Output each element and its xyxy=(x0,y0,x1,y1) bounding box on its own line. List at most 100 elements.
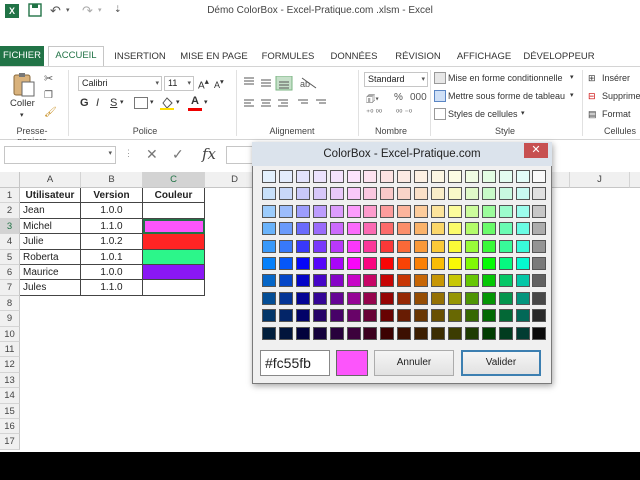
row-header-10[interactable]: 10 xyxy=(0,326,20,342)
column-header-k[interactable]: K xyxy=(630,172,640,188)
color-swatch[interactable] xyxy=(464,204,479,218)
color-swatch[interactable] xyxy=(464,326,479,340)
color-swatch[interactable] xyxy=(464,239,479,253)
color-swatch[interactable] xyxy=(295,274,310,288)
color-swatch[interactable] xyxy=(431,291,445,305)
color-swatch[interactable] xyxy=(414,187,429,201)
color-swatch[interactable] xyxy=(329,170,344,183)
hex-color-input[interactable]: #fc55fb xyxy=(260,350,330,376)
color-swatch[interactable] xyxy=(380,204,395,218)
color-swatch[interactable] xyxy=(532,222,547,236)
color-swatch[interactable] xyxy=(380,170,395,183)
color-swatch[interactable] xyxy=(262,274,276,288)
color-swatch[interactable] xyxy=(498,187,513,201)
color-swatch[interactable] xyxy=(262,291,276,305)
color-swatch[interactable] xyxy=(295,309,310,323)
color-swatch[interactable] xyxy=(431,204,445,218)
color-swatch[interactable] xyxy=(447,274,462,288)
cut-icon[interactable]: ✂ xyxy=(44,72,53,85)
color-swatch[interactable] xyxy=(380,291,395,305)
cell-user[interactable]: Maurice xyxy=(20,265,81,281)
color-swatch[interactable] xyxy=(278,239,293,253)
color-swatch[interactable] xyxy=(498,222,513,236)
color-swatch[interactable] xyxy=(515,187,530,201)
cell-styles-button[interactable]: Styles de cellules xyxy=(448,109,518,119)
row-header-15[interactable]: 15 xyxy=(0,403,20,419)
color-swatch[interactable] xyxy=(346,170,361,183)
color-swatch[interactable] xyxy=(329,204,344,218)
redo-dropdown-icon[interactable]: ▾ xyxy=(98,6,114,22)
color-swatch[interactable] xyxy=(464,291,479,305)
color-swatch[interactable] xyxy=(431,309,445,323)
customize-qat-icon[interactable]: ⇣ xyxy=(114,4,130,20)
decrease-decimal-icon[interactable]: ⁰⁰ ⁻⁰ xyxy=(396,108,412,117)
color-swatch[interactable] xyxy=(363,187,378,201)
italic-button[interactable]: I xyxy=(96,97,99,109)
font-size-combo[interactable]: 11 ▾ xyxy=(164,76,194,91)
cell-version[interactable]: 1.0.1 xyxy=(81,249,143,265)
row-header-5[interactable]: 5 xyxy=(0,249,20,265)
color-swatch[interactable] xyxy=(329,222,344,236)
color-swatch[interactable] xyxy=(397,222,412,236)
row-header-6[interactable]: 6 xyxy=(0,265,20,281)
row-header-9[interactable]: 9 xyxy=(0,311,20,327)
row-header-12[interactable]: 12 xyxy=(0,357,20,373)
color-swatch[interactable] xyxy=(295,187,310,201)
chevron-down-icon[interactable]: ▾ xyxy=(570,91,574,99)
color-swatch[interactable] xyxy=(312,309,327,323)
format-button[interactable]: Format xyxy=(602,109,631,119)
color-swatch[interactable] xyxy=(498,326,513,340)
percent-icon[interactable]: % xyxy=(394,92,403,103)
color-swatch[interactable] xyxy=(498,274,513,288)
color-swatch[interactable] xyxy=(447,187,462,201)
color-swatch[interactable] xyxy=(498,309,513,323)
color-swatch[interactable] xyxy=(278,274,293,288)
color-swatch[interactable] xyxy=(262,326,276,340)
select-all-corner[interactable] xyxy=(0,172,20,188)
font-name-combo[interactable]: Calibri ▾ xyxy=(78,76,162,91)
column-header-a[interactable]: A xyxy=(20,172,81,188)
name-box[interactable]: ▾ xyxy=(4,146,116,164)
color-swatch[interactable] xyxy=(312,257,327,270)
row-header-1[interactable]: 1 xyxy=(0,188,20,204)
tab-revision[interactable]: RÉVISION xyxy=(390,49,446,65)
cell-color-swatch[interactable] xyxy=(143,280,205,296)
color-swatch[interactable] xyxy=(464,187,479,201)
color-swatch[interactable] xyxy=(532,274,547,288)
color-swatch[interactable] xyxy=(397,239,412,253)
color-swatch[interactable] xyxy=(278,326,293,340)
cell-color-swatch[interactable] xyxy=(143,234,205,250)
row-header-3[interactable]: 3 xyxy=(0,218,20,235)
cell-color-swatch[interactable] xyxy=(143,203,205,219)
color-swatch[interactable] xyxy=(397,274,412,288)
color-swatch[interactable] xyxy=(363,291,378,305)
color-swatch[interactable] xyxy=(295,257,310,270)
cell-user[interactable]: Roberta xyxy=(20,249,81,265)
shrink-font-icon[interactable]: A▾ xyxy=(214,77,224,90)
color-swatch[interactable] xyxy=(498,170,513,183)
color-swatch[interactable] xyxy=(363,309,378,323)
format-as-table-button[interactable]: Mettre sous forme de tableau xyxy=(448,91,565,101)
color-swatch[interactable] xyxy=(431,170,445,183)
color-swatch[interactable] xyxy=(397,309,412,323)
chevron-down-icon[interactable]: ▾ xyxy=(521,109,525,117)
validate-button[interactable]: Valider xyxy=(461,350,541,376)
color-swatch[interactable] xyxy=(447,309,462,323)
color-swatch[interactable] xyxy=(262,239,276,253)
color-swatch[interactable] xyxy=(363,170,378,183)
color-swatch[interactable] xyxy=(431,239,445,253)
color-swatch[interactable] xyxy=(329,257,344,270)
color-swatch[interactable] xyxy=(295,239,310,253)
color-swatch[interactable] xyxy=(414,204,429,218)
underline-button[interactable]: S xyxy=(110,97,117,109)
color-swatch[interactable] xyxy=(380,257,395,270)
color-swatch[interactable] xyxy=(414,291,429,305)
color-swatch[interactable] xyxy=(363,204,378,218)
undo-dropdown-icon[interactable]: ▾ xyxy=(66,6,82,22)
color-swatch[interactable] xyxy=(431,326,445,340)
insert-button[interactable]: Insérer xyxy=(602,73,630,83)
conditional-formatting-button[interactable]: Mise en forme conditionnelle xyxy=(448,73,563,83)
color-swatch[interactable] xyxy=(397,187,412,201)
color-swatch[interactable] xyxy=(447,291,462,305)
row-header-7[interactable]: 7 xyxy=(0,280,20,296)
